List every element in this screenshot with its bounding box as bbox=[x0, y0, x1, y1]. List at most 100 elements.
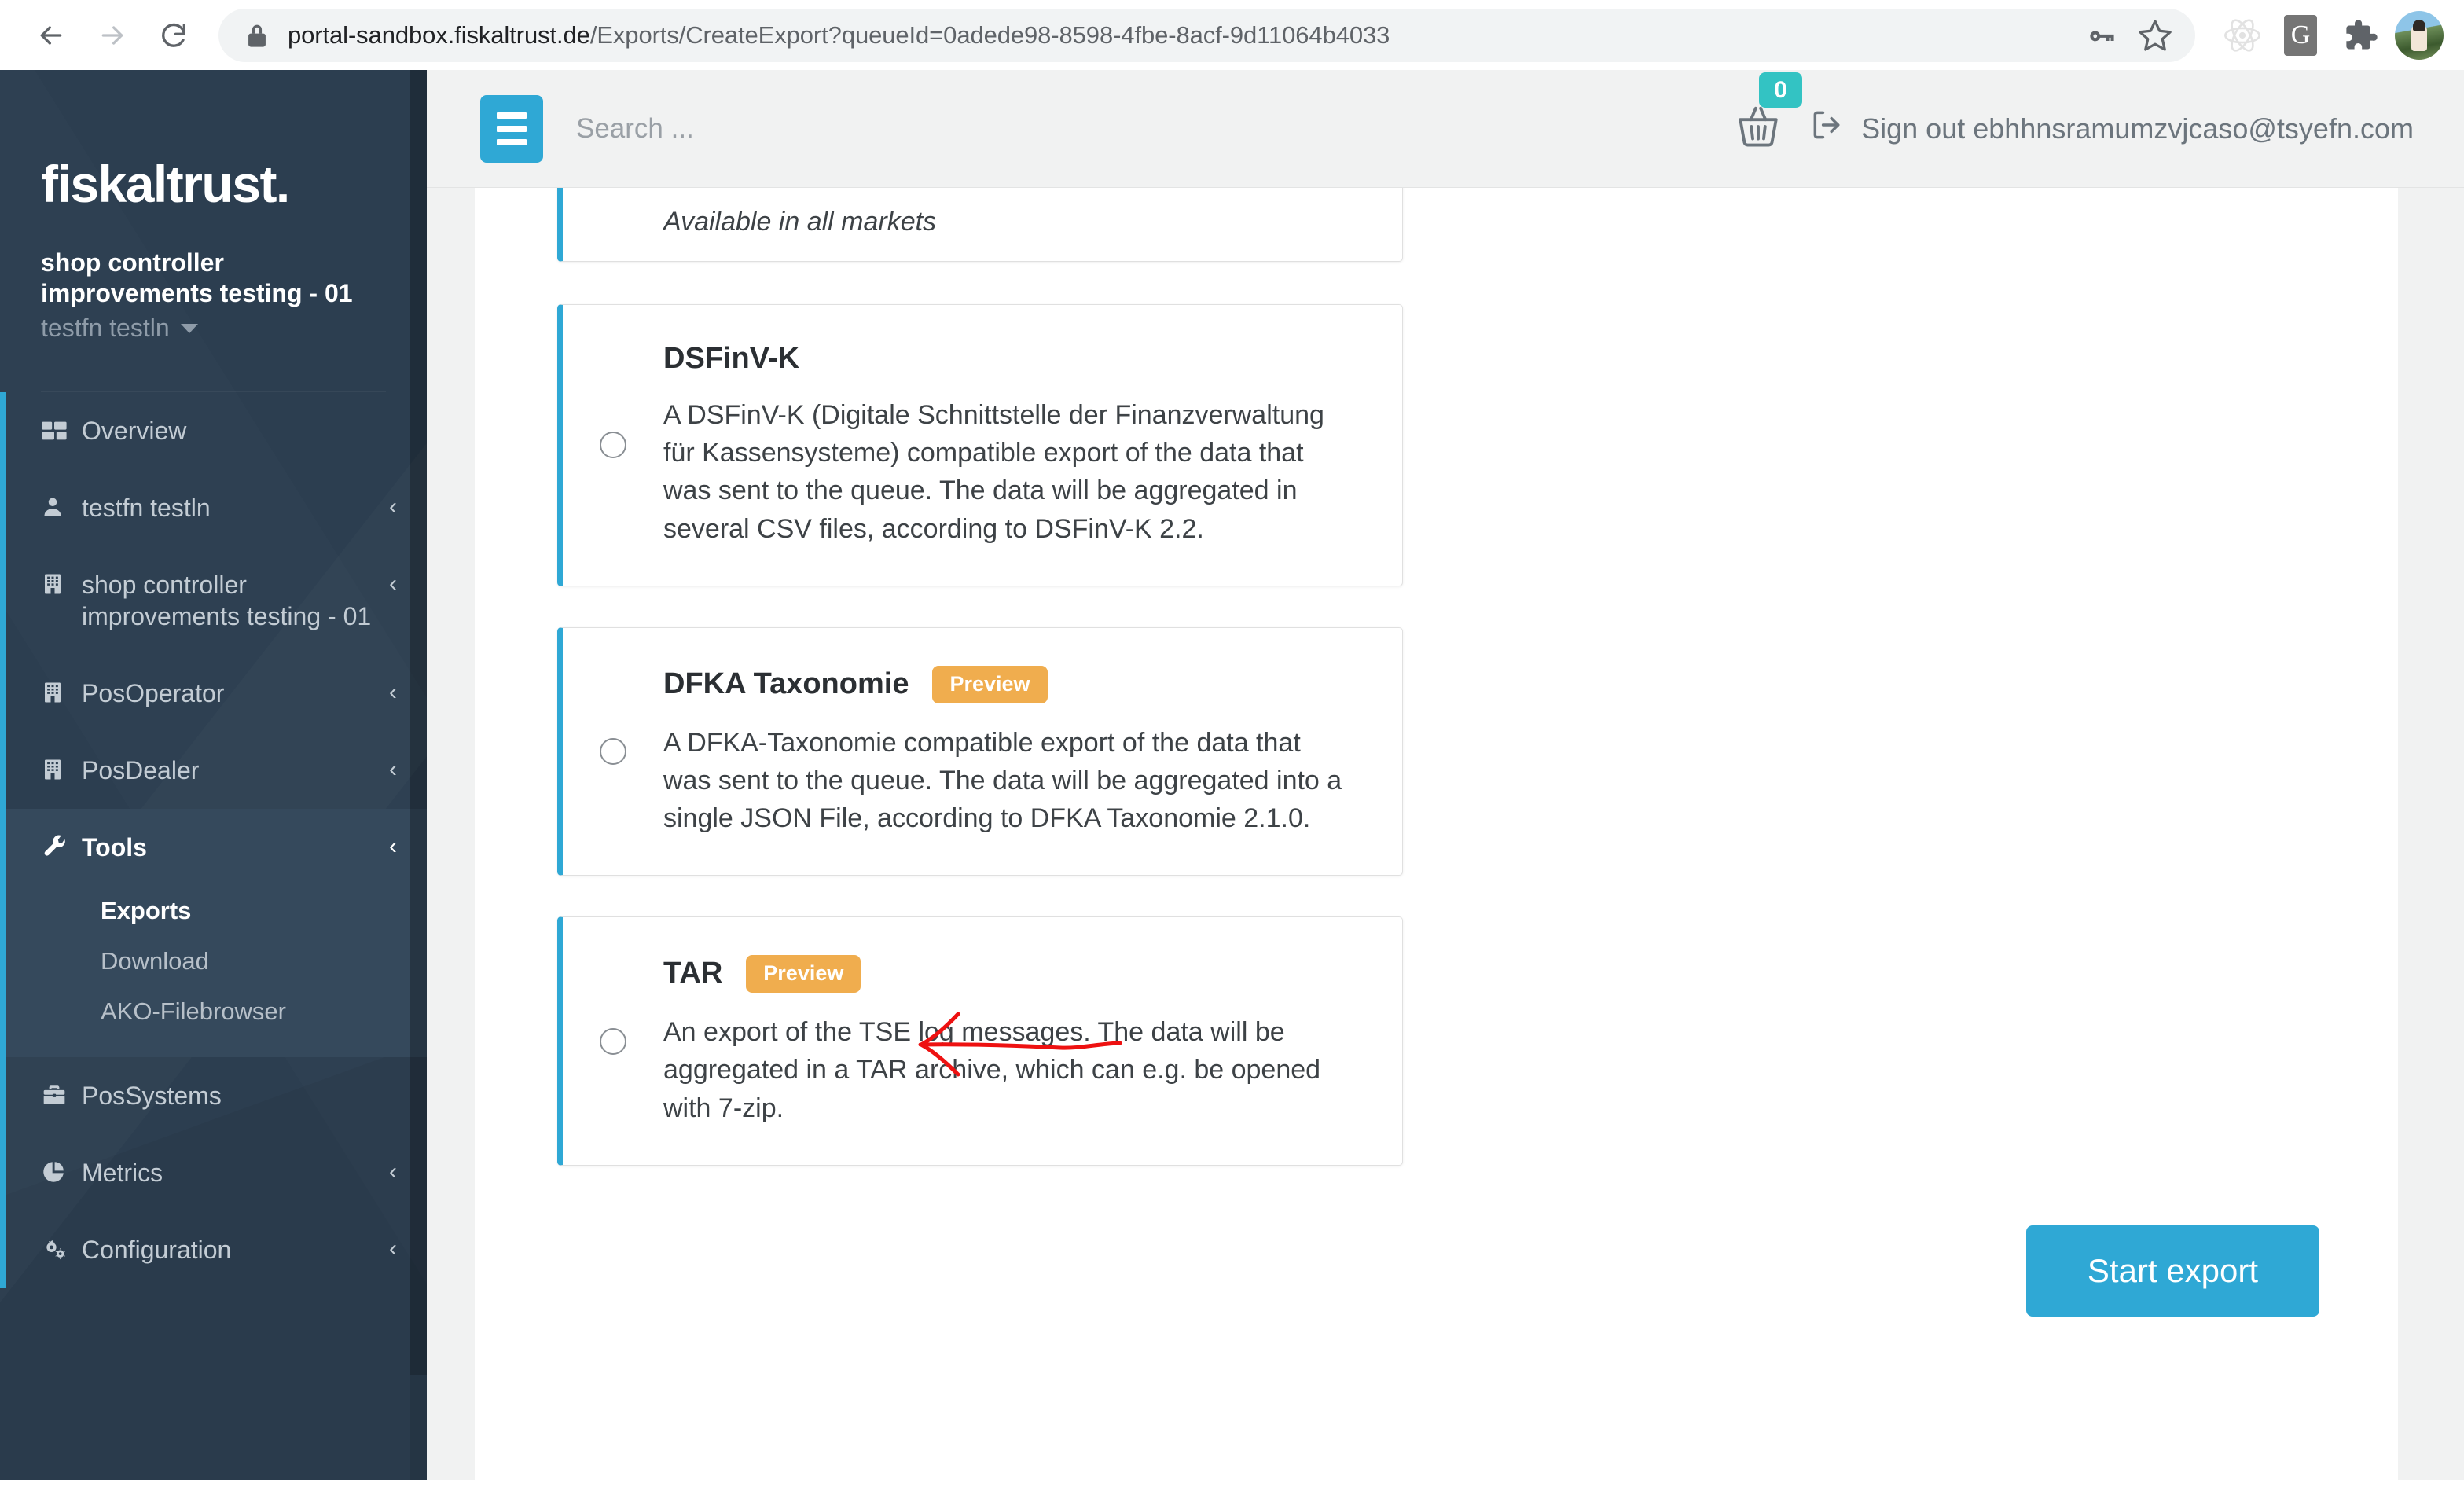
profile-avatar[interactable] bbox=[2395, 10, 2444, 60]
sidebar-item-label: Configuration bbox=[82, 1236, 232, 1265]
building-icon bbox=[41, 569, 82, 597]
pie-chart-icon bbox=[41, 1157, 82, 1185]
menu-toggle-button[interactable] bbox=[480, 94, 543, 163]
search-field-wrapper bbox=[543, 112, 1735, 145]
back-button[interactable] bbox=[20, 5, 82, 66]
sidebar-item-posdealer[interactable]: PosDealer ‹ bbox=[0, 732, 427, 809]
sidebar-item-testfn-testln[interactable]: testfn testln ‹ bbox=[0, 469, 427, 546]
export-option-description: A DSFinV-K (Digitale Schnittstelle der F… bbox=[663, 399, 1324, 544]
arrow-right-icon bbox=[97, 20, 128, 51]
sidebar-item-tools[interactable]: Tools ‹ bbox=[0, 809, 427, 886]
sidebar-item-label: shop controller improvements testing - 0… bbox=[82, 571, 372, 631]
chevron-down-icon bbox=[180, 323, 198, 333]
export-option-title: DSFinV-K bbox=[663, 342, 800, 375]
extensions-puzzle-icon[interactable] bbox=[2337, 13, 2381, 57]
url-path: /Exports/CreateExport?queueId=0adede98-8… bbox=[589, 21, 1390, 49]
briefcase-icon bbox=[41, 1080, 82, 1107]
signout-button[interactable]: Sign out ebhhnsramumzvjcaso@tsyefn.com bbox=[1809, 108, 2414, 149]
sidebar-item-label: Tools bbox=[82, 833, 147, 862]
reload-icon bbox=[158, 20, 189, 51]
browser-toolbar: portal-sandbox.fiskaltrust.de/Exports/Cr… bbox=[0, 0, 2464, 70]
url-host: portal-sandbox.fiskaltrust.de bbox=[288, 21, 590, 49]
export-option-title: TAR bbox=[663, 957, 723, 990]
account-switcher-label: testfn testln bbox=[41, 314, 170, 343]
sidebar-item-exports[interactable]: Exports bbox=[101, 886, 397, 936]
export-option-body: DFKA Taxonomie Preview A DFKA-Taxonomie … bbox=[663, 628, 1402, 875]
export-option-body: with Microsoft Excel. Available in all m… bbox=[663, 188, 1402, 241]
sidebar-item-download[interactable]: Download bbox=[101, 936, 397, 986]
password-key-icon[interactable] bbox=[2079, 13, 2124, 58]
shopping-basket-icon bbox=[1734, 106, 1783, 154]
sidebar-scrollbar-thumb[interactable] bbox=[410, 70, 427, 1375]
export-option-radio-wrapper bbox=[563, 738, 663, 766]
sidebar-item-chevron: ‹ bbox=[389, 1236, 397, 1262]
sidebar: fiskaltrust. shop controller improvement… bbox=[0, 70, 427, 1480]
export-option-title: DFKA Taxonomie bbox=[663, 667, 909, 700]
account-switcher[interactable]: testfn testln bbox=[41, 314, 386, 343]
react-devtools-icon[interactable] bbox=[2220, 13, 2264, 57]
sidebar-item-metrics[interactable]: Metrics ‹ bbox=[0, 1134, 427, 1211]
arrow-left-icon bbox=[35, 20, 67, 51]
sidebar-item-chevron: ‹ bbox=[389, 494, 397, 520]
hamburger-icon-bar bbox=[497, 138, 527, 145]
sidebar-item-label: Overview bbox=[82, 417, 187, 446]
grid-icon bbox=[41, 415, 82, 444]
reload-button[interactable] bbox=[143, 5, 204, 66]
address-bar[interactable]: portal-sandbox.fiskaltrust.de/Exports/Cr… bbox=[218, 8, 2195, 62]
bookmark-star-icon[interactable] bbox=[2132, 13, 2178, 58]
lock-icon bbox=[245, 22, 269, 49]
sidebar-item-possystems[interactable]: PosSystems bbox=[0, 1057, 427, 1134]
export-option-card-tar[interactable]: TAR Preview An export of the TSE log mes… bbox=[557, 916, 1403, 1166]
sidebar-item-label: Metrics bbox=[82, 1159, 163, 1188]
fiskaltrust-logo: fiskaltrust. bbox=[41, 155, 290, 213]
gears-icon bbox=[41, 1234, 82, 1262]
sidebar-nav: Overview testfn testln ‹ shop controller… bbox=[0, 392, 427, 1288]
sidebar-item-configuration[interactable]: Configuration ‹ bbox=[0, 1211, 427, 1288]
building-icon bbox=[41, 678, 82, 705]
topbar: 0 Sign out ebhhnsramumzvjcaso@tsyefn.com bbox=[427, 70, 2464, 188]
export-option-card-dsfinv-k[interactable]: DSFinV-K A DSFinV-K (Digitale Schnittste… bbox=[557, 304, 1403, 586]
sign-out-icon bbox=[1809, 108, 1844, 149]
export-option-availability: Available in all markets bbox=[663, 207, 937, 237]
export-option-radio-dsfinv-k[interactable] bbox=[600, 432, 626, 459]
sidebar-item-posoperator[interactable]: PosOperator ‹ bbox=[0, 655, 427, 732]
building-icon bbox=[41, 755, 82, 782]
cart-count-badge: 0 bbox=[1759, 72, 1802, 108]
export-option-radio-tar[interactable] bbox=[600, 1027, 626, 1055]
export-option-radio-dfka-taxonomie[interactable] bbox=[600, 738, 626, 766]
sidebar-item-chevron: ‹ bbox=[389, 679, 397, 706]
sidebar-item-chevron: ‹ bbox=[389, 756, 397, 783]
sidebar-item-shop-controller[interactable]: shop controller improvements testing - 0… bbox=[0, 546, 427, 655]
cart-button[interactable]: 0 bbox=[1734, 72, 1802, 155]
application-root: fiskaltrust. shop controller improvement… bbox=[0, 70, 2464, 1495]
forward-button[interactable] bbox=[82, 5, 143, 66]
sidebar-item-chevron: ‹ bbox=[389, 833, 397, 860]
export-option-radio-wrapper bbox=[563, 432, 663, 459]
omnibox-actions bbox=[2079, 13, 2178, 58]
sidebar-group-tools: Tools ‹ Exports Download AKO-Filebrowser bbox=[0, 809, 427, 1058]
signout-label: Sign out ebhhnsramumzvjcaso@tsyefn.com bbox=[1861, 112, 2414, 145]
sidebar-scrollbar-track[interactable] bbox=[410, 70, 427, 1480]
hamburger-icon-bar bbox=[497, 125, 527, 132]
export-option-body: TAR Preview An export of the TSE log mes… bbox=[663, 917, 1402, 1164]
export-option-description: An export of the TSE log messages. The d… bbox=[663, 1017, 1321, 1123]
export-option-description: A DFKA-Taxonomie compatible export of th… bbox=[663, 727, 1342, 834]
grammarly-icon[interactable]: G bbox=[2279, 13, 2323, 57]
sidebar-item-ako-filebrowser[interactable]: AKO-Filebrowser bbox=[101, 986, 397, 1037]
start-export-button[interactable]: Start export bbox=[2025, 1225, 2319, 1317]
export-option-card-excel[interactable]: with Microsoft Excel. Available in all m… bbox=[557, 188, 1403, 262]
status-badge-preview: Preview bbox=[932, 665, 1048, 703]
url-text: portal-sandbox.fiskaltrust.de/Exports/Cr… bbox=[288, 23, 1390, 47]
sidebar-item-overview[interactable]: Overview bbox=[0, 392, 427, 469]
sidebar-item-label: testfn testln bbox=[82, 494, 211, 523]
wrench-icon bbox=[41, 832, 82, 861]
search-input[interactable] bbox=[576, 112, 1735, 145]
export-option-body: DSFinV-K A DSFinV-K (Digitale Schnittste… bbox=[663, 305, 1402, 586]
status-badge-preview: Preview bbox=[746, 955, 861, 994]
sidebar-item-label: PosOperator bbox=[82, 679, 225, 708]
sidebar-item-label: PosDealer bbox=[82, 756, 200, 785]
export-option-title-row: DFKA Taxonomie Preview bbox=[663, 665, 1355, 703]
export-option-card-dfka-taxonomie[interactable]: DFKA Taxonomie Preview A DFKA-Taxonomie … bbox=[557, 626, 1403, 876]
export-option-title-row: TAR Preview bbox=[663, 955, 1355, 994]
export-type-list: with Microsoft Excel. Available in all m… bbox=[557, 188, 1403, 1207]
